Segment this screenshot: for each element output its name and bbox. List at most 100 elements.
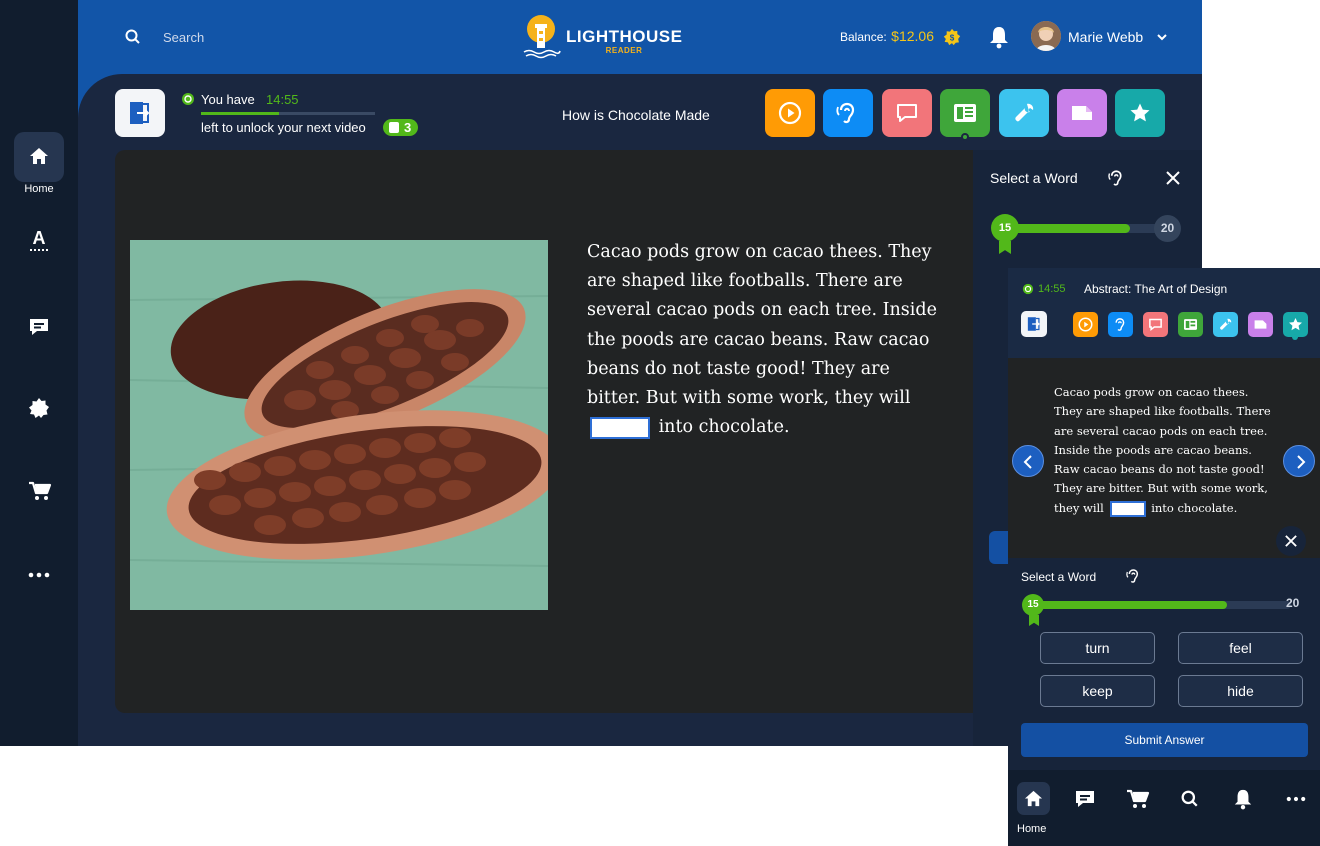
tool-reader[interactable] (940, 89, 990, 141)
mobile-play-icon (1078, 317, 1093, 332)
lighthouse-icon (522, 14, 562, 60)
quiz-progress-track (1004, 224, 1172, 233)
mobile-lesson-title: Abstract: The Art of Design (1084, 282, 1228, 296)
close-icon[interactable] (1166, 171, 1180, 185)
user-menu[interactable]: Marie Webb (1031, 21, 1171, 53)
mobile-answer-blank[interactable] (1109, 500, 1146, 517)
timer-prefix: You have (201, 92, 255, 107)
brand-name: LIGHTHOUSE (566, 27, 683, 46)
mobile-ribbon-icon (1029, 615, 1039, 626)
coin-badge-icon: $ (943, 28, 961, 46)
search-input[interactable]: Search (163, 30, 204, 45)
quiz-total-badge: 20 (1154, 215, 1181, 242)
mobile-tool-star[interactable] (1283, 312, 1308, 340)
option-feel-label: feel (1229, 640, 1252, 656)
answer-blank[interactable] (590, 416, 650, 439)
mobile-quiz-title: Select a Word (1021, 570, 1097, 584)
mobile-chat-icon (1148, 317, 1163, 332)
mobile-tool-play[interactable] (1073, 312, 1098, 337)
brand-logo: LIGHTHOUSE READER (522, 12, 702, 62)
search-bar[interactable]: Search (120, 24, 380, 50)
play-icon (778, 101, 802, 125)
mobile-nav-search-icon[interactable] (1181, 790, 1199, 808)
mobile-nav-cart-icon[interactable] (1126, 788, 1150, 810)
mobile-nav-more-icon[interactable] (1285, 790, 1307, 808)
mobile-nav-bell-icon[interactable] (1233, 788, 1253, 810)
brand-sub: READER (605, 46, 643, 55)
quiz-current: 15 (998, 222, 1012, 234)
mobile-wrench-icon (1218, 317, 1233, 332)
cacao-image (130, 240, 548, 610)
mobile-tool-wrench[interactable] (1213, 312, 1238, 337)
mobile-quiz-progress-fill (1034, 601, 1227, 609)
mobile-app: 14:55 Abstract: The Art of Design Cacao … (1008, 268, 1320, 846)
cart-icon (28, 480, 52, 502)
sidebar-item-messages[interactable] (28, 316, 50, 338)
submit-answer-button[interactable]: Submit Answer (1021, 723, 1308, 757)
tool-listen[interactable] (823, 89, 873, 137)
home-icon (29, 146, 49, 166)
sidebar-item-text[interactable]: A (26, 228, 52, 254)
more-icon (28, 565, 50, 585)
mobile-timer-icon (1022, 283, 1034, 295)
mobile-close-button[interactable] (1276, 526, 1306, 556)
mobile-quiz-progress-track (1034, 601, 1291, 609)
message-icon (28, 316, 50, 338)
mobile-nav-messages-icon[interactable] (1074, 788, 1096, 810)
tool-tag[interactable] (1057, 89, 1107, 137)
sidebar-item-home[interactable] (14, 132, 64, 182)
mobile-quiz-listen-icon[interactable] (1126, 567, 1142, 585)
mobile-quiz-total: 20 (1286, 596, 1300, 610)
option-keep[interactable]: keep (1040, 675, 1155, 707)
reader-icon (953, 102, 977, 124)
timer-suffix: left to unlock your next video (201, 120, 366, 135)
next-page-button[interactable] (1283, 445, 1315, 477)
svg-text:$: $ (950, 33, 955, 42)
wrench-icon (1012, 101, 1036, 125)
mobile-tool-chat[interactable] (1143, 312, 1168, 337)
sidebar-home-label: Home (24, 183, 54, 195)
mobile-tool-reader[interactable] (1178, 312, 1203, 337)
mobile-nav-home[interactable] (1017, 782, 1050, 815)
active-indicator (961, 133, 969, 141)
exit-icon (127, 100, 153, 126)
prev-page-button[interactable] (1012, 445, 1044, 477)
coin-count-badge: 3 (383, 119, 418, 136)
sidebar-item-badges[interactable] (28, 397, 50, 419)
passage-after: into chocolate. (658, 417, 790, 438)
text-icon: A (32, 228, 46, 248)
balance-value: $12.06 (891, 28, 934, 44)
timer-icon (181, 92, 195, 106)
mobile-bottom-nav (1008, 770, 1320, 846)
sidebar (0, 0, 78, 746)
chevron-left-icon (1023, 455, 1033, 469)
option-turn[interactable]: turn (1040, 632, 1155, 664)
quiz-listen-icon[interactable] (1108, 168, 1126, 188)
timer-progress-fill (201, 112, 280, 115)
mobile-close-icon (1285, 535, 1297, 547)
timer-time: 14:55 (266, 92, 299, 107)
tool-chat[interactable] (882, 89, 932, 137)
sidebar-item-more[interactable] (28, 565, 50, 585)
bell-icon[interactable] (988, 25, 1010, 49)
tool-play[interactable] (765, 89, 815, 137)
star-icon (1129, 102, 1151, 124)
exit-button[interactable] (115, 89, 165, 137)
mobile-exit-icon (1026, 316, 1042, 332)
mobile-timer-time: 14:55 (1038, 283, 1066, 295)
mobile-passage-after: into chocolate. (1151, 500, 1238, 515)
mobile-home-label: Home (1017, 823, 1047, 835)
passage-before: Cacao pods grow on cacao thees. They are… (587, 242, 937, 409)
sidebar-item-cart[interactable] (28, 480, 52, 502)
mobile-tool-tag[interactable] (1248, 312, 1273, 337)
tool-wrench[interactable] (999, 89, 1049, 137)
option-hide[interactable]: hide (1178, 675, 1303, 707)
chevron-right-icon (1296, 455, 1306, 469)
option-turn-label: turn (1085, 640, 1110, 656)
tool-star[interactable] (1115, 89, 1165, 137)
mobile-tool-listen[interactable] (1108, 312, 1133, 337)
mobile-quiz-current-badge: 15 (1022, 594, 1044, 616)
option-feel[interactable]: feel (1178, 632, 1303, 664)
mobile-exit-button[interactable] (1021, 311, 1047, 337)
balance: Balance: $12.06 (840, 28, 934, 48)
